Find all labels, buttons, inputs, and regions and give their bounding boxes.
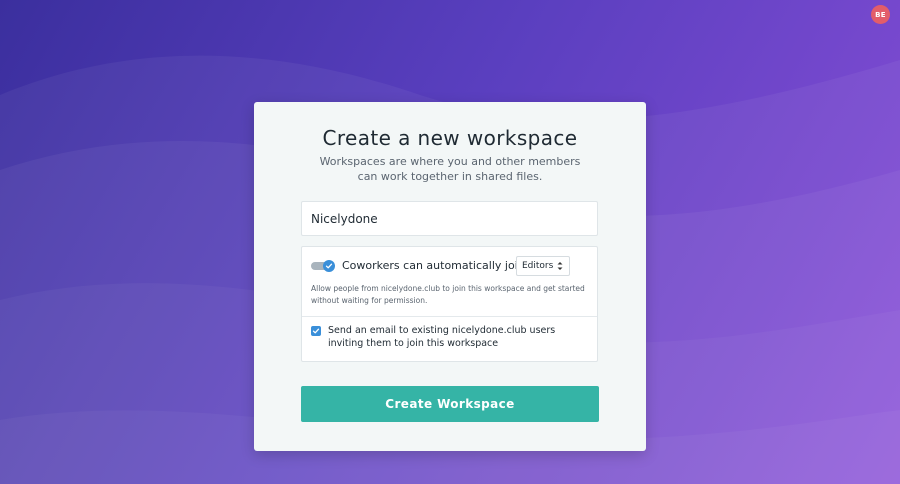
page-subtitle: Workspaces are where you and other membe… (319, 155, 581, 183)
email-invite-label: Send an email to existing nicelydone.clu… (328, 325, 556, 349)
auto-join-help-text: Allow people from nicelydone.club to joi… (311, 284, 585, 305)
auto-join-toggle[interactable] (311, 260, 336, 272)
avatar-initials: BE (875, 10, 886, 19)
email-invite-checkbox[interactable] (311, 326, 321, 336)
workspace-options-panel: Coworkers can automatically join as Edit… (301, 246, 598, 362)
options-divider (302, 316, 597, 317)
create-workspace-button[interactable]: Create Workspace (301, 386, 599, 422)
page-title: Create a new workspace (322, 126, 578, 150)
create-workspace-card: Create a new workspace Workspaces are wh… (254, 102, 646, 451)
auto-join-label: Coworkers can automatically join as (342, 259, 541, 272)
workspace-name-input[interactable] (301, 201, 598, 236)
role-select-value: Editors (522, 261, 554, 271)
sort-arrows-icon (557, 262, 563, 270)
toggle-knob (323, 260, 335, 272)
role-select[interactable]: Editors (516, 256, 570, 276)
check-icon (312, 328, 320, 334)
user-avatar[interactable]: BE (871, 5, 890, 24)
check-icon (325, 263, 333, 269)
